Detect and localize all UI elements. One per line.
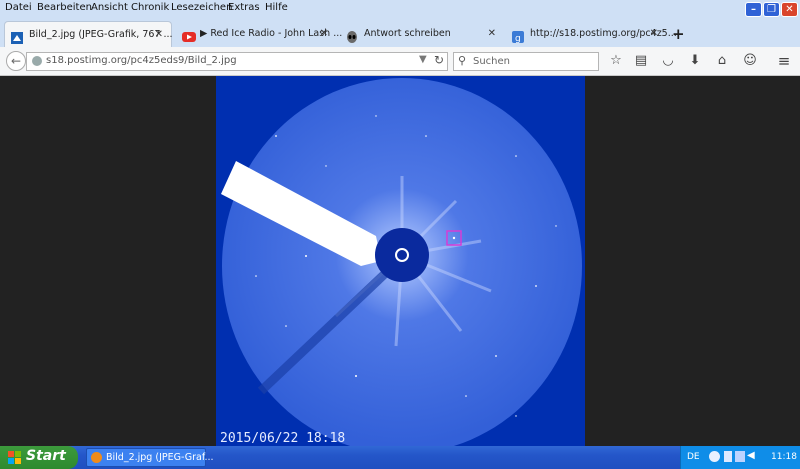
tab-label: Bild_2.jpg (JPEG-Grafik, 767 ... <box>29 29 173 40</box>
search-bar[interactable]: ⚲ Suchen <box>453 52 599 71</box>
menu-icon[interactable]: ≡ <box>776 53 792 69</box>
svg-text:g: g <box>515 34 521 43</box>
menu-ansicht[interactable]: Ansicht <box>91 2 128 13</box>
tab-label: Antwort schreiben <box>364 28 451 39</box>
youtube-icon <box>182 28 196 42</box>
language-indicator[interactable]: DE <box>687 452 700 462</box>
navigation-bar: ← s18.postimg.org/pc4z5eds9/Bild_2.jpg ▼… <box>0 47 800 76</box>
start-label: Start <box>26 448 66 464</box>
page-icon: g <box>512 28 524 44</box>
menu-bar: Datei Bearbeiten Ansicht Chronik Lesezei… <box>0 0 800 17</box>
occulter-disk <box>375 228 429 282</box>
url-text[interactable]: s18.postimg.org/pc4z5eds9/Bild_2.jpg <box>46 55 237 66</box>
volume-icon[interactable]: ◀ <box>747 450 755 461</box>
taskbar-task-firefox[interactable]: Bild_2.jpg (JPEG-Graf... <box>86 448 214 467</box>
chat-icon[interactable]: ☺ <box>742 53 758 69</box>
device-icon[interactable] <box>724 451 732 462</box>
menu-bearbeiten[interactable]: Bearbeiten <box>37 2 92 13</box>
security-icon[interactable] <box>735 451 745 462</box>
url-bar[interactable]: s18.postimg.org/pc4z5eds9/Bild_2.jpg ▼ ↻ <box>26 52 448 71</box>
search-icon: ⚲ <box>458 54 467 67</box>
close-icon[interactable]: ✕ <box>650 21 658 47</box>
bookmark-star-icon[interactable]: ☆ <box>608 53 624 69</box>
reload-icon[interactable]: ↻ <box>434 53 444 67</box>
home-icon[interactable]: ⌂ <box>714 53 730 69</box>
tab-bild2[interactable]: Bild_2.jpg (JPEG-Grafik, 767 ... ✕ <box>4 21 173 48</box>
search-placeholder: Suchen <box>473 56 511 67</box>
firefox-icon <box>91 452 102 463</box>
pocket-icon[interactable]: ◡ <box>660 53 676 69</box>
globe-icon <box>32 56 42 66</box>
reading-list-icon[interactable]: ▤ <box>633 53 649 69</box>
tab-antwort-schreiben[interactable]: Antwort schreiben ✕ <box>340 21 504 47</box>
dropdown-arrow-icon[interactable]: ▼ <box>419 54 427 65</box>
menu-lesezeichen[interactable]: Lesezeichen <box>171 2 232 13</box>
close-window-button[interactable]: ✕ <box>781 2 798 17</box>
tab-strip: Bild_2.jpg (JPEG-Grafik, 767 ... ✕ ▶ Red… <box>0 17 800 48</box>
back-button[interactable]: ← <box>6 51 26 71</box>
close-icon[interactable]: ✕ <box>155 22 163 48</box>
new-tab-button[interactable]: + <box>672 21 692 47</box>
coronagraph-svg: 2015/06/22 18:18 <box>216 76 585 446</box>
tab-red-ice-radio[interactable]: ▶ Red Ice Radio - John Lash ... ✕ <box>176 21 342 47</box>
tab-postimg[interactable]: g http://s18.postimg.org/pc4z5... ✕ <box>506 21 677 47</box>
close-icon[interactable]: ✕ <box>488 21 496 47</box>
lasco-image: 2015/06/22 18:18 <box>216 76 585 446</box>
menu-datei[interactable]: Datei <box>5 2 32 13</box>
windows-logo-icon <box>8 451 22 464</box>
system-tray: DE ◀ 11:18 <box>680 446 800 469</box>
download-icon[interactable]: ⬇ <box>687 53 703 69</box>
menu-extras[interactable]: Extras <box>228 2 260 13</box>
alien-icon <box>346 28 358 43</box>
minimize-button[interactable]: – <box>745 2 762 17</box>
network-icon[interactable] <box>709 451 720 462</box>
menu-hilfe[interactable]: Hilfe <box>265 2 288 13</box>
start-button[interactable]: Start <box>0 446 78 469</box>
menu-chronik[interactable]: Chronik <box>131 2 169 13</box>
timestamp-label: 2015/06/22 18:18 <box>220 431 345 446</box>
task-label: Bild_2.jpg (JPEG-Graf... <box>106 452 214 463</box>
restore-button[interactable]: ❐ <box>763 2 780 17</box>
clock: 11:18 <box>771 452 797 462</box>
close-icon[interactable]: ✕ <box>320 21 328 47</box>
image-icon <box>11 29 23 44</box>
